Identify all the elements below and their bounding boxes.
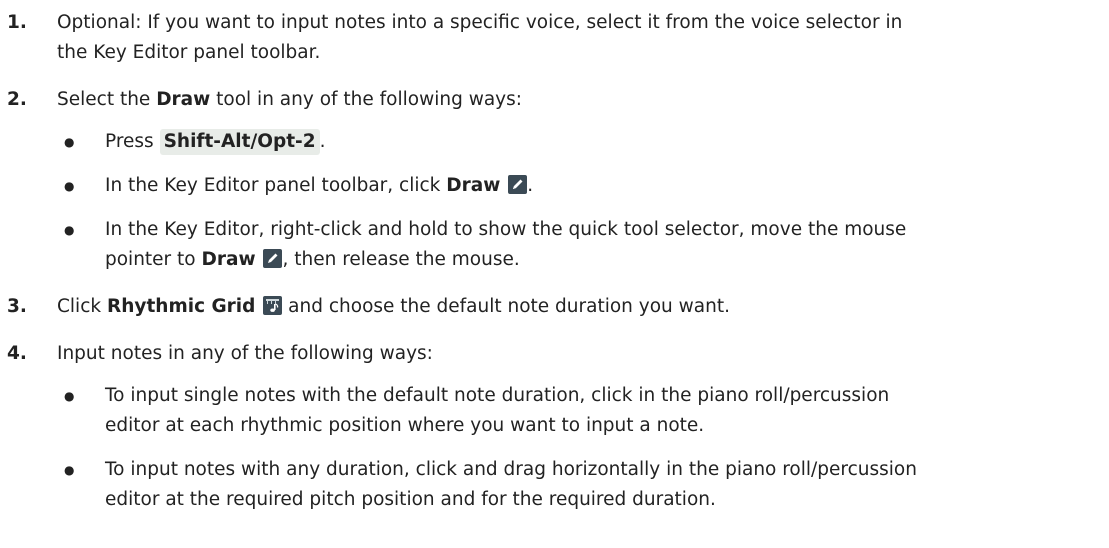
- step-2-text-post: tool in any of the following ways:: [210, 89, 522, 110]
- step-2-text: Select the Draw tool in any of the follo…: [57, 85, 1100, 115]
- keyboard-shortcut: Shift-Alt/Opt-2: [159, 129, 320, 155]
- step-3-text-post: and choose the default note duration you…: [282, 296, 730, 317]
- step-1: 1. Optional: If you want to input notes …: [0, 8, 1100, 68]
- step-3-text: Click Rhythmic Grid and choose the defau…: [57, 292, 1100, 322]
- step-4: 4. Input notes in any of the following w…: [0, 339, 1100, 369]
- bullet-text: In the Key Editor panel toolbar, click: [105, 175, 447, 196]
- step-4-text: Input notes in any of the following ways…: [57, 343, 433, 364]
- instruction-document: 1. Optional: If you want to input notes …: [0, 8, 1100, 515]
- bullet-text-line-1: To input notes with any duration, click …: [105, 459, 917, 480]
- step-1-line-2: the Key Editor panel toolbar.: [57, 42, 321, 63]
- draw-label: Draw: [156, 89, 211, 110]
- step-1-line-1: Optional: If you want to input notes int…: [57, 12, 903, 33]
- bullet-text-line-1: To input single notes with the default n…: [105, 385, 890, 406]
- step-4-bullet-list: ● To input single notes with the default…: [0, 381, 1100, 515]
- bullet-icon: ●: [64, 135, 75, 149]
- bullet-icon: ●: [64, 179, 75, 193]
- step-number: 3.: [7, 296, 27, 317]
- list-item: ● In the Key Editor panel toolbar, click…: [0, 171, 1100, 201]
- draw-label: Draw: [201, 249, 256, 270]
- pencil-icon: [508, 175, 528, 194]
- bullet-icon: ●: [64, 223, 75, 237]
- step-2-bullet-list: ● Press Shift-Alt/Opt-2. ● In the Key Ed…: [0, 127, 1100, 275]
- bullet-text-line-2: editor at each rhythmic position where y…: [105, 415, 705, 436]
- step-3-text-pre: Click: [57, 296, 107, 317]
- list-item: ● To input single notes with the default…: [0, 381, 1100, 441]
- list-item: ● Press Shift-Alt/Opt-2.: [0, 127, 1100, 157]
- bullet-text-line-2: editor at the required pitch position an…: [105, 489, 716, 510]
- step-3: 3. Click Rhythmic Grid and choose the de…: [0, 292, 1100, 322]
- bullet-text: Press: [105, 131, 160, 152]
- bullet-text-post: .: [527, 175, 534, 196]
- step-2-text-pre: Select the: [57, 89, 157, 110]
- rhythmic-grid-label: Rhythmic Grid: [106, 296, 256, 317]
- step-2: 2. Select the Draw tool in any of the fo…: [0, 85, 1100, 115]
- bullet-text-line-1: In the Key Editor, right-click and hold …: [105, 219, 907, 240]
- draw-label: Draw: [446, 175, 501, 196]
- bullet-icon: ●: [64, 463, 75, 477]
- step-number: 2.: [7, 89, 27, 110]
- pencil-icon: [263, 249, 283, 268]
- rhythmic-grid-icon: [263, 296, 283, 315]
- list-item: ● In the Key Editor, right-click and hol…: [0, 215, 1100, 275]
- bullet-text-post: .: [319, 131, 326, 152]
- step-number: 4.: [7, 343, 27, 364]
- bullet-text: pointer to: [105, 249, 202, 270]
- bullet-text-post: , then release the mouse.: [282, 249, 520, 270]
- step-number: 1.: [7, 12, 27, 33]
- list-item: ● To input notes with any duration, clic…: [0, 455, 1100, 515]
- bullet-icon: ●: [64, 389, 75, 403]
